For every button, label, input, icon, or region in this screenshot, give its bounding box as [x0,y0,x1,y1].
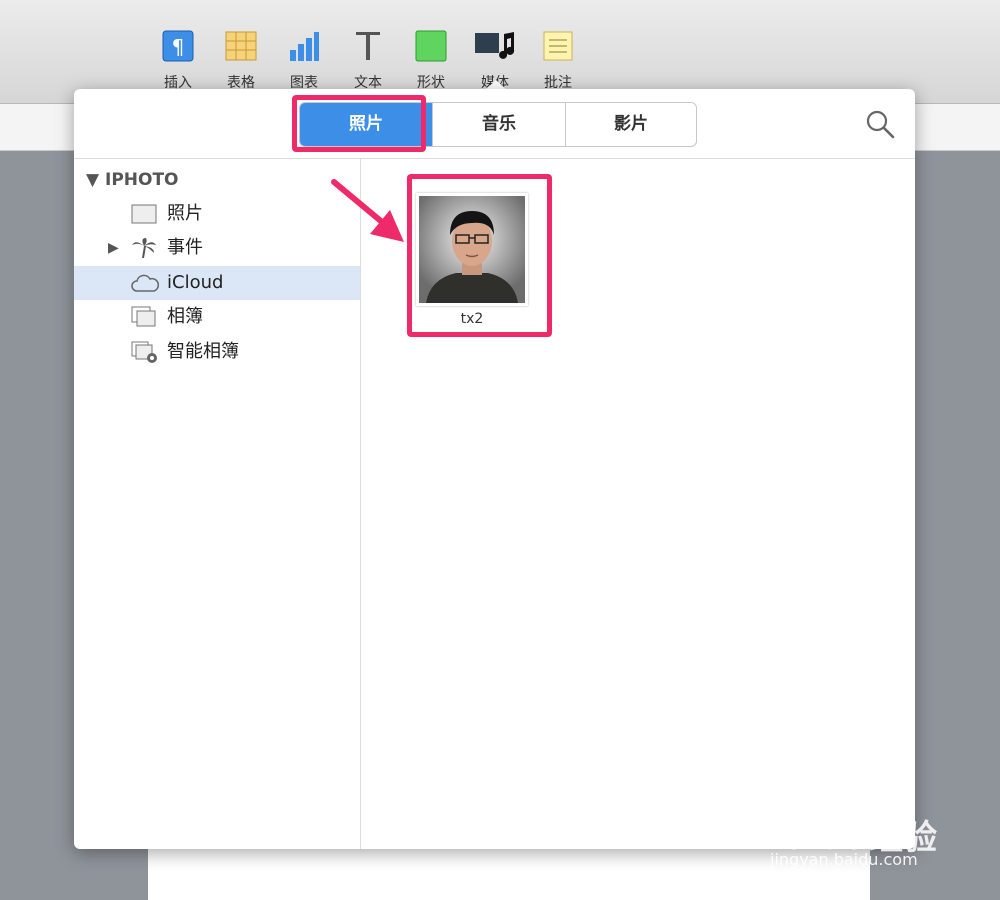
toolbar-shape-button[interactable]: 形状 [406,30,456,92]
sidebar-item-smart-albums[interactable]: 智能相簿 [74,335,360,369]
photo-thumbnail[interactable] [416,193,528,306]
text-icon [352,30,384,62]
cloud-icon [130,272,160,294]
sidebar-item-albums[interactable]: 相簿 [74,300,360,334]
svg-text:¶: ¶ [172,35,185,59]
palm-tree-icon [130,237,158,259]
chart-icon [288,30,320,62]
baidu-watermark: Baidu经验 jingyan.baidu.com [760,790,990,880]
sidebar-item-label: 相簿 [167,306,203,327]
toolbar-text-button[interactable]: 文本 [343,30,393,92]
photos-icon [130,203,158,225]
table-icon [225,30,257,62]
sidebar-item-label: iCloud [167,272,224,293]
tab-movies[interactable]: 影片 [566,103,696,146]
tab-music[interactable]: 音乐 [433,103,565,146]
portrait-image [419,196,525,303]
sidebar-item-events[interactable]: ▶ 事件 [74,231,360,265]
toolbar-comment-button[interactable]: 批注 [533,30,583,92]
sidebar-item-icloud[interactable]: iCloud [74,266,360,300]
sidebar-item-label: 照片 [167,203,203,224]
annotation-highlight-box [292,95,426,152]
comment-icon [542,30,574,62]
shape-icon [415,30,447,62]
media-grid: tx2 [361,159,915,849]
sidebar-section-title: IPHOTO [105,170,179,190]
toolbar-chart-button[interactable]: 图表 [279,30,329,92]
sidebar-item-label: 事件 [167,237,203,258]
photo-caption: tx2 [460,311,484,325]
media-icon [475,30,515,62]
smart-album-icon [130,341,158,363]
sidebar-item-photos[interactable]: 照片 [74,197,360,231]
disclosure-triangle-icon[interactable]: ▶ [108,231,119,265]
media-browser-header: 照片 音乐 影片 [74,89,915,159]
albums-icon [130,306,158,328]
media-browser-popover: 照片 音乐 影片 ▼ IPHOTO 照片 ▶ 事件 iCloud 相簿 智能相簿… [74,89,915,849]
media-sidebar: ▼ IPHOTO 照片 ▶ 事件 iCloud 相簿 智能相簿 [74,159,361,849]
sidebar-item-label: 智能相簿 [167,341,239,362]
search-icon[interactable] [865,109,895,139]
watermark-url: jingyan.baidu.com [770,850,918,869]
sidebar-section-header[interactable]: ▼ IPHOTO [86,170,179,190]
toolbar-table-button[interactable]: 表格 [216,30,266,92]
toolbar-insert-button[interactable]: ¶ 插入 [153,30,203,92]
annotation-arrow [331,179,404,242]
paragraph-icon: ¶ [162,30,194,62]
